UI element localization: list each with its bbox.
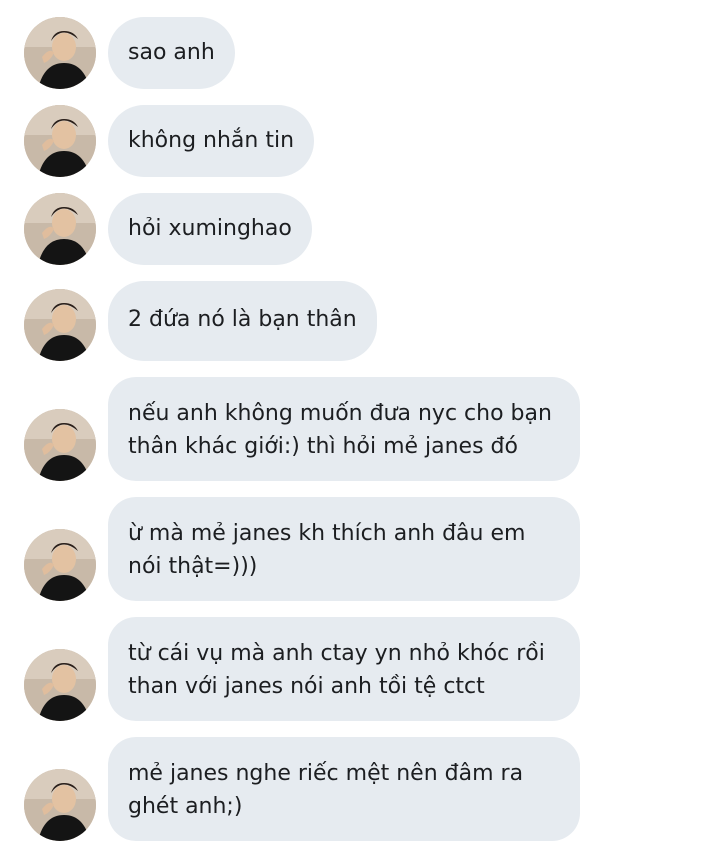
avatar-photo-icon <box>24 649 96 721</box>
message-bubble: sao anh <box>108 17 235 89</box>
avatar[interactable] <box>24 105 96 177</box>
avatar-photo-icon <box>24 769 96 841</box>
message-text: 2 đứa nó là bạn thân <box>128 307 357 332</box>
message-row: mẻ janes nghe riếc mệt nên đâm ra ghét a… <box>0 737 720 841</box>
avatar-photo-icon <box>24 409 96 481</box>
message-row: nếu anh không muốn đưa nyc cho bạn thân … <box>0 377 720 481</box>
message-text: không nhắn tin <box>128 128 295 153</box>
message-text: sao anh <box>128 40 215 65</box>
message-row: từ cái vụ mà anh ctay yn nhỏ khóc rồi th… <box>0 617 720 721</box>
message-bubble: 2 đứa nó là bạn thân <box>108 281 377 361</box>
avatar-photo-icon <box>24 105 96 177</box>
message-text: từ cái vụ mà anh ctay yn nhỏ khóc rồi th… <box>128 641 545 699</box>
message-bubble: hỏi xuminghao <box>108 193 312 265</box>
message-text: nếu anh không muốn đưa nyc cho bạn thân … <box>128 401 552 459</box>
message-bubble: từ cái vụ mà anh ctay yn nhỏ khóc rồi th… <box>108 617 580 721</box>
message-bubble: mẻ janes nghe riếc mệt nên đâm ra ghét a… <box>108 737 580 841</box>
message-row: sao anh <box>0 17 720 89</box>
message-bubble: nếu anh không muốn đưa nyc cho bạn thân … <box>108 377 580 481</box>
avatar[interactable] <box>24 769 96 841</box>
message-row: 2 đứa nó là bạn thân <box>0 281 720 361</box>
message-text: hỏi xuminghao <box>128 216 292 241</box>
message-text: mẻ janes nghe riếc mệt nên đâm ra ghét a… <box>128 761 524 819</box>
message-row: không nhắn tin <box>0 105 720 177</box>
avatar[interactable] <box>24 529 96 601</box>
message-text: ừ mà mẻ janes kh thích anh đâu em nói th… <box>128 521 526 579</box>
message-row: hỏi xuminghao <box>0 193 720 265</box>
avatar[interactable] <box>24 409 96 481</box>
avatar[interactable] <box>24 649 96 721</box>
message-bubble: ừ mà mẻ janes kh thích anh đâu em nói th… <box>108 497 580 601</box>
avatar-photo-icon <box>24 289 96 361</box>
message-row: ừ mà mẻ janes kh thích anh đâu em nói th… <box>0 497 720 601</box>
avatar[interactable] <box>24 193 96 265</box>
avatar-photo-icon <box>24 193 96 265</box>
avatar[interactable] <box>24 289 96 361</box>
avatar-photo-icon <box>24 529 96 601</box>
message-bubble: không nhắn tin <box>108 105 315 177</box>
avatar[interactable] <box>24 17 96 89</box>
avatar-photo-icon <box>24 17 96 89</box>
